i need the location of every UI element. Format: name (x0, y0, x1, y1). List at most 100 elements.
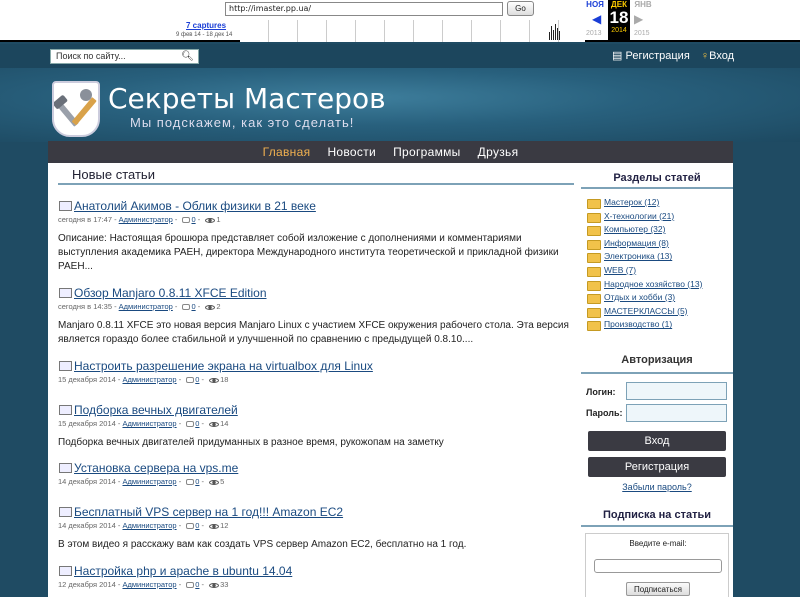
eye-icon (209, 421, 220, 427)
article-meta: сегодня в 14:35 - Администратор - 0 - 2 (58, 302, 221, 311)
comments-link[interactable]: 0 (195, 419, 199, 428)
eye-icon (209, 523, 220, 529)
wayback-prev-month[interactable]: НОЯ (584, 0, 606, 9)
nav-news[interactable]: Новости (327, 145, 376, 159)
register-button[interactable]: Регистрация (588, 457, 726, 477)
article-title[interactable]: Настроить разрешение экрана на virtualbo… (58, 359, 574, 373)
author-link[interactable]: Администратор (122, 477, 176, 486)
article-title[interactable]: Обзор Manjaro 0.8.11 XFCE Edition (58, 286, 574, 300)
login-button[interactable]: Вход (588, 431, 726, 451)
forgot-password-link[interactable]: Забыли пароль? (581, 482, 733, 492)
article-meta: 14 декабря 2014 - Администратор - 0 - 12 (58, 521, 229, 530)
search-icon[interactable]: 🔍︎ (181, 51, 194, 62)
category-link[interactable]: X-технологии (21) (581, 210, 733, 224)
search-input[interactable]: Поиск по сайту... 🔍︎ (50, 49, 199, 64)
category-link[interactable]: Народное хозяйство (13) (581, 278, 733, 292)
wayback-current-date: ДЕК 18 2014 (608, 0, 630, 42)
site-subtitle: Мы подскажем, как это сделать! (130, 115, 355, 130)
wayback-captures-link[interactable]: 7 captures (186, 21, 226, 30)
category-link[interactable]: Информация (8) (581, 237, 733, 251)
sidebar: Разделы статей Мастерок (12) X-технологи… (581, 163, 733, 597)
article-title[interactable]: Бесплатный VPS сервер на 1 год!!! Amazon… (58, 505, 574, 519)
main-nav: Главная Новости Программы Друзья (48, 141, 733, 163)
author-link[interactable]: Администратор (122, 580, 176, 589)
wayback-sparkline[interactable] (240, 20, 585, 42)
comment-icon (186, 479, 195, 486)
eye-icon (205, 217, 216, 223)
nav-programs[interactable]: Программы (393, 145, 461, 159)
category-link[interactable]: Компьютер (32) (581, 223, 733, 237)
password-label: Пароль: (586, 408, 623, 418)
category-list: Мастерок (12) X-технологии (21) Компьюте… (581, 189, 733, 332)
comments-link[interactable]: 0 (195, 580, 199, 589)
wayback-url-input[interactable]: http://imaster.pp.ua/ (225, 2, 503, 16)
main-heading: Новые статьи (58, 163, 574, 185)
comments-link[interactable]: 0 (195, 375, 199, 384)
article-title[interactable]: Установка сервера на vps.me (58, 461, 574, 475)
comment-icon (182, 217, 191, 224)
comment-icon (182, 304, 191, 311)
category-link[interactable]: WEB (7) (581, 264, 733, 278)
content-area: Новые статьи Анатолий Акимов - Облик физ… (48, 163, 733, 597)
article: Анатолий Акимов - Облик физики в 21 веке… (58, 199, 574, 274)
article: Обзор Manjaro 0.8.11 XFCE Edition сегодн… (58, 286, 574, 347)
author-link[interactable]: Администратор (122, 375, 176, 384)
article-text: Manjaro 0.8.11 XFCE это новая версия Man… (58, 320, 569, 345)
article: Настройка php и apache в ubuntu 14.04 12… (58, 564, 574, 589)
article-text: В этом видео я расскажу вам как создать … (58, 539, 467, 550)
wayback-go-button[interactable]: Go (507, 1, 534, 16)
login-link[interactable]: ♀Вход (701, 50, 734, 62)
category-link[interactable]: МАСТЕРКЛАССЫ (5) (581, 305, 733, 319)
main-column: Новые статьи Анатолий Акимов - Облик физ… (58, 163, 574, 589)
password-input[interactable] (626, 404, 727, 422)
wayback-cur-day: 18 (609, 8, 629, 27)
category-link[interactable]: Производство (1) (581, 318, 733, 332)
eye-icon (205, 304, 216, 310)
nav-friends[interactable]: Друзья (478, 145, 519, 159)
register-icon: ▤ (612, 50, 623, 62)
author-link[interactable]: Администратор (122, 419, 176, 428)
category-link[interactable]: Отдых и хобби (3) (581, 291, 733, 305)
article-title[interactable]: Анатолий Акимов - Облик физики в 21 веке (58, 199, 574, 213)
comments-link[interactable]: 0 (191, 215, 195, 224)
article-meta: 15 декабря 2014 - Администратор - 0 - 14 (58, 419, 229, 428)
eye-icon (209, 377, 220, 383)
eye-icon (209, 582, 220, 588)
site-topbar: Поиск по сайту... 🔍︎ ▤ Регистрация ♀Вход (0, 44, 800, 68)
wayback-next-month[interactable]: ЯНВ (632, 0, 654, 9)
email-input[interactable] (594, 559, 722, 573)
nav-home[interactable]: Главная (263, 145, 311, 159)
comments-link[interactable]: 0 (191, 302, 195, 311)
sections-heading: Разделы статей (581, 163, 733, 189)
wayback-next-arrow-icon[interactable]: ▶ (634, 12, 643, 26)
author-link[interactable]: Администратор (119, 302, 173, 311)
category-link[interactable]: Электроника (13) (581, 250, 733, 264)
article: Настроить разрешение экрана на virtualbo… (58, 359, 574, 384)
site-logo[interactable] (52, 81, 100, 137)
author-link[interactable]: Администратор (122, 521, 176, 530)
article-text: Подборка вечных двигателей придуманных в… (58, 437, 444, 448)
comments-link[interactable]: 0 (195, 521, 199, 530)
top-links: ▤ Регистрация ♀Вход (604, 49, 734, 62)
author-link[interactable]: Администратор (119, 215, 173, 224)
key-icon: ♀ (700, 50, 710, 62)
article-title[interactable]: Подборка вечных двигателей (58, 403, 574, 417)
subscribe-button[interactable]: Подписаться (626, 582, 690, 596)
article-meta: 15 декабря 2014 - Администратор - 0 - 18 (58, 375, 229, 384)
eye-icon (209, 479, 220, 485)
wayback-range: 9 фев 14 - 18 дек 14 (176, 32, 233, 38)
article-meta: 12 декабря 2014 - Администратор - 0 - 33 (58, 580, 229, 589)
wayback-cur-year: 2014 (611, 27, 627, 34)
comments-link[interactable]: 0 (195, 477, 199, 486)
site-title[interactable]: Секреты Мастеров (108, 82, 386, 115)
article-text: Описание: Настоящая брошюра представляет… (58, 233, 559, 272)
register-link[interactable]: ▤ Регистрация (612, 50, 690, 62)
article-title[interactable]: Настройка php и apache в ubuntu 14.04 (58, 564, 574, 578)
auth-heading: Авторизация (581, 354, 733, 374)
login-input[interactable] (626, 382, 727, 400)
wayback-prev-arrow-icon[interactable]: ◀ (592, 12, 601, 26)
tools-icon (52, 89, 97, 127)
search-placeholder: Поиск по сайту... (56, 51, 126, 61)
category-link[interactable]: Мастерок (12) (581, 196, 733, 210)
subscribe-heading: Подписка на статьи (581, 509, 733, 527)
